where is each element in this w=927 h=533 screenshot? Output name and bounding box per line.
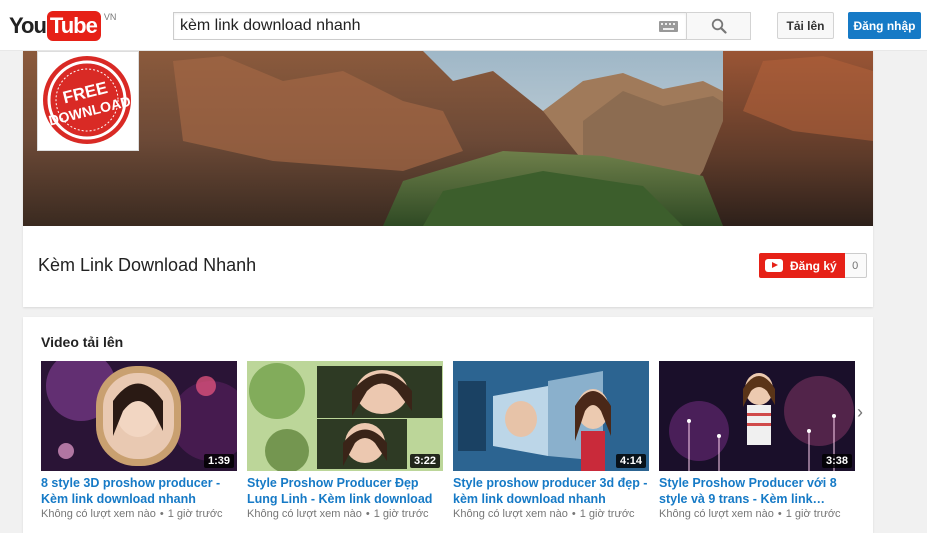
- video-item[interactable]: 1:39 8 style 3D proshow producer - Kèm l…: [41, 361, 237, 520]
- search-button[interactable]: [686, 12, 751, 40]
- masthead: You Tube VN Tải lên Đăng nhập: [0, 0, 927, 51]
- video-duration: 1:39: [203, 454, 234, 468]
- logo-country-code: VN: [103, 12, 117, 22]
- video-item[interactable]: 4:14 Style proshow producer 3d đẹp - kèm…: [453, 361, 649, 520]
- video-meta: Không có lượt xem nào • 1 giờ trước: [659, 508, 855, 520]
- meta-separator: •: [159, 508, 164, 520]
- meta-separator: •: [571, 508, 576, 520]
- subscribe-label: Đăng ký: [790, 258, 837, 273]
- section-title[interactable]: Video tải lên: [41, 334, 123, 350]
- video-meta: Không có lượt xem nào • 1 giờ trước: [453, 508, 649, 520]
- video-thumbnail[interactable]: 1:39: [41, 361, 237, 471]
- video-views: Không có lượt xem nào: [659, 508, 774, 520]
- subscribe-button[interactable]: Đăng ký: [759, 253, 845, 278]
- logo-you-text: You: [9, 13, 47, 38]
- keyboard-icon[interactable]: [659, 21, 678, 32]
- chevron-right-icon[interactable]: ›: [857, 402, 863, 423]
- search-icon: [711, 18, 727, 34]
- channel-title: Kèm Link Download Nhanh: [38, 255, 257, 275]
- video-views: Không có lượt xem nào: [453, 508, 568, 520]
- subscriber-count: 0: [844, 253, 867, 278]
- search-input[interactable]: [173, 12, 686, 40]
- video-item[interactable]: 3:22 Style Proshow Producer Đẹp Lung Lin…: [247, 361, 443, 520]
- video-age: 1 giờ trước: [785, 508, 841, 520]
- free-download-stamp-logo: FREE DOWNLOAD: [43, 56, 132, 144]
- video-views: Không có lượt xem nào: [247, 508, 362, 520]
- video-title[interactable]: Style Proshow Producer Đẹp Lung Linh - K…: [247, 475, 443, 507]
- video-thumbnail[interactable]: 3:38: [659, 361, 855, 471]
- search-bar: [173, 12, 751, 40]
- uploads-section: Video tải lên 1:39 8 style 3D proshow pr…: [23, 317, 873, 533]
- logo-tube-text: Tube: [46, 11, 101, 41]
- channel-header: FREE DOWNLOAD Kèm Link Download Nhanh Đă…: [23, 51, 873, 307]
- video-title[interactable]: 8 style 3D proshow producer - Kèm link d…: [41, 475, 237, 507]
- channel-avatar[interactable]: FREE DOWNLOAD: [37, 51, 139, 151]
- banner-canyon-image: [23, 51, 873, 226]
- video-age: 1 giờ trước: [373, 508, 429, 520]
- video-title[interactable]: Style Proshow Producer với 8 style và 9 …: [659, 475, 855, 507]
- youtube-play-icon: [765, 259, 783, 272]
- meta-separator: •: [777, 508, 782, 520]
- youtube-logo[interactable]: You Tube VN: [9, 11, 116, 41]
- video-item[interactable]: 3:38 Style Proshow Producer với 8 style …: [659, 361, 855, 520]
- video-thumbnail[interactable]: 4:14: [453, 361, 649, 471]
- video-thumbnail[interactable]: 3:22: [247, 361, 443, 471]
- video-age: 1 giờ trước: [167, 508, 223, 520]
- subscribe-control: Đăng ký 0: [759, 253, 867, 278]
- video-meta: Không có lượt xem nào • 1 giờ trước: [41, 508, 237, 520]
- signin-button[interactable]: Đăng nhập: [848, 12, 921, 39]
- video-views: Không có lượt xem nào: [41, 508, 156, 520]
- video-age: 1 giờ trước: [579, 508, 635, 520]
- channel-banner: FREE DOWNLOAD: [23, 51, 873, 226]
- video-title[interactable]: Style proshow producer 3d đẹp - kèm link…: [453, 475, 649, 507]
- upload-button[interactable]: Tải lên: [777, 12, 834, 39]
- video-meta: Không có lượt xem nào • 1 giờ trước: [247, 508, 443, 520]
- video-duration: 3:38: [821, 454, 852, 468]
- video-duration: 3:22: [409, 454, 440, 468]
- video-duration: 4:14: [615, 454, 646, 468]
- meta-separator: •: [365, 508, 370, 520]
